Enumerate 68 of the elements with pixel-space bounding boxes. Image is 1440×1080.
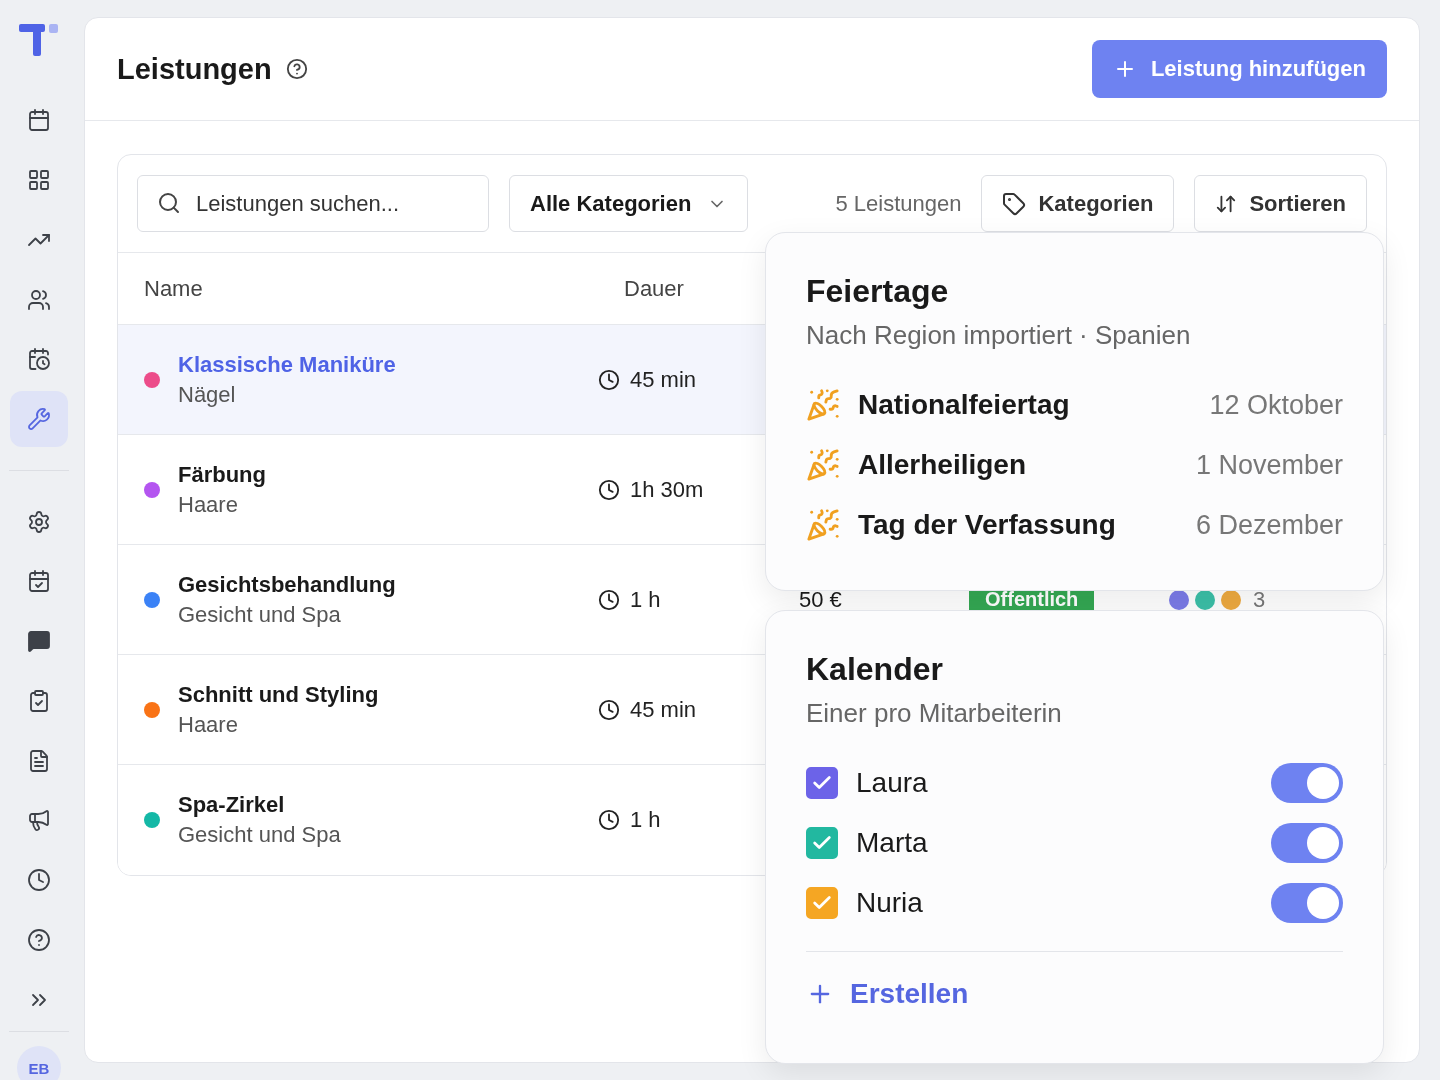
calendar-toggle[interactable] <box>1271 823 1343 863</box>
document-icon <box>27 748 51 773</box>
search-icon <box>157 191 181 215</box>
duration: 45 min <box>630 366 697 393</box>
tag-icon <box>1002 191 1027 216</box>
category-select[interactable]: Alle Kategorien <box>509 175 749 232</box>
duration: 1 h <box>630 807 661 833</box>
calendar-name: Marta <box>856 827 928 859</box>
calendar-name: Nuria <box>856 887 923 919</box>
duration: 1 h <box>630 586 661 613</box>
service-name: Klassische Maniküre <box>178 351 396 378</box>
popover-subtitle: Einer pro Mitarbeiterin <box>806 698 1063 729</box>
service-category: Haare <box>178 711 239 738</box>
duration: 1h 30m <box>630 476 704 503</box>
calendar-name: Laura <box>856 767 928 799</box>
duration: 45 min <box>630 696 697 723</box>
calendar-checkbox[interactable] <box>806 767 838 799</box>
clock-icon <box>598 588 620 611</box>
calendar-checkbox[interactable] <box>806 827 838 859</box>
calendar-clock-icon <box>27 347 51 372</box>
page-title: Leistungen <box>117 52 272 86</box>
calendar-checkbox[interactable] <box>806 887 838 919</box>
service-name: Schnitt und Styling <box>178 681 379 708</box>
service-name: Gesichtsbehandlung <box>178 571 396 598</box>
clock-icon <box>598 368 620 391</box>
chat-icon <box>27 629 51 654</box>
holiday-date: 12 Oktober <box>1209 389 1343 421</box>
clock-icon <box>598 809 620 831</box>
service-category: Gesicht und Spa <box>178 822 341 848</box>
party-popper-icon <box>806 448 840 482</box>
staff-count: 3 <box>1253 586 1266 613</box>
holiday-date: 6 Dezember <box>1195 509 1343 541</box>
search-field[interactable]: Leistungen suchen... <box>137 175 489 232</box>
price: 50 € <box>799 586 843 613</box>
clock-icon <box>598 478 620 501</box>
calendar-toggle[interactable] <box>1271 763 1343 803</box>
calendar-check-icon <box>27 569 51 594</box>
wrench-icon <box>27 407 51 432</box>
service-category: Nägel <box>178 381 237 408</box>
clock-icon <box>27 868 51 893</box>
service-category: Haare <box>178 491 239 518</box>
grid-icon <box>27 168 51 193</box>
users-icon <box>27 287 51 312</box>
logo <box>19 24 59 58</box>
party-popper-icon <box>806 388 840 422</box>
categories-button[interactable]: Kategorien <box>981 175 1175 232</box>
settings-icon <box>27 509 51 534</box>
column-header[interactable]: Name <box>144 275 624 302</box>
user-avatar[interactable]: EB <box>17 1046 61 1080</box>
sort-button[interactable]: Sortieren <box>1194 175 1367 232</box>
megaphone-icon <box>27 808 51 833</box>
holiday-name: Nationalfeiertag <box>858 389 1070 421</box>
help-icon[interactable] <box>285 58 308 80</box>
holiday-date: 1 November <box>1195 449 1343 481</box>
holiday-name: Allerheiligen <box>858 449 1027 481</box>
help-icon <box>27 927 51 952</box>
clipboard-icon <box>27 688 51 713</box>
party-popper-icon <box>806 508 840 542</box>
service-count: 5 Leistungen <box>835 190 962 217</box>
service-category: Gesicht und Spa <box>178 601 342 628</box>
service-name: Spa-Zirkel <box>178 792 286 818</box>
popover-title: Feiertage <box>806 273 950 310</box>
holiday-name: Tag der Verfassung <box>858 509 1116 541</box>
calendar-toggle[interactable] <box>1271 883 1343 923</box>
service-name: Färbung <box>178 461 266 488</box>
calendar-icon <box>27 108 51 133</box>
create-calendar-button[interactable]: Erstellen <box>806 978 969 1010</box>
clock-icon <box>598 698 620 721</box>
